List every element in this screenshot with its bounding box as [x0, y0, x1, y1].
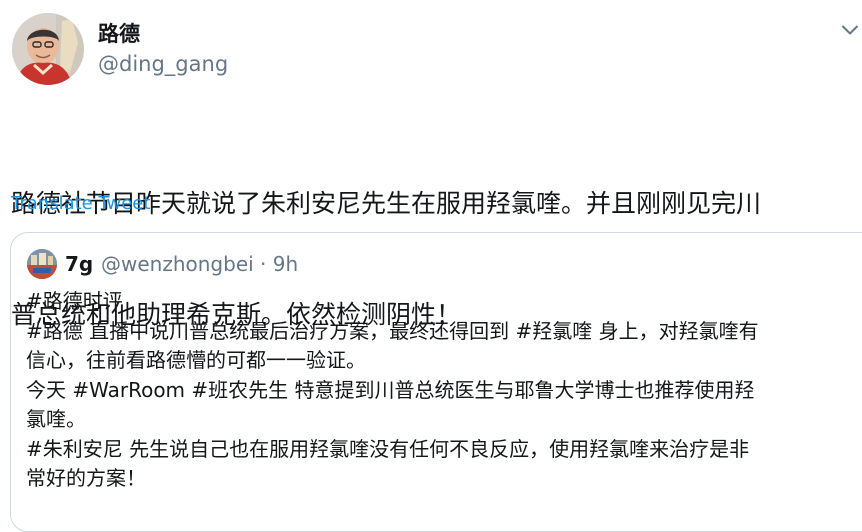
tweet-card: 路德 @ding_gang 路德社节目昨天就说了朱利安尼先生在服用羟氯喹。并且刚… [0, 0, 862, 532]
quoted-display-name[interactable]: 7g [65, 250, 93, 278]
quoted-text-line: 氯喹。 [26, 407, 86, 431]
quoted-text-line: 信心，往前看路德懵的可都一一验证。 [26, 348, 366, 372]
quoted-tweet-text: #路德时评 #路德 直播中说川普总统最后治疗方案，最终还得回到 #羟氯喹 身上，… [26, 287, 862, 494]
quoted-text-line: 今天 #WarRoom #班农先生 特意提到川普总统医生与耶鲁大学博士也推荐使用… [26, 377, 755, 402]
author-display-name[interactable]: 路德 [98, 20, 140, 48]
quoted-text-line: #朱利安尼 先生说自己也在服用羟氯喹没有任何不良反应，使用羟氯喹来治疗是非 [26, 436, 750, 461]
author-handle[interactable]: @ding_gang [98, 50, 228, 78]
chevron-down-icon[interactable] [838, 18, 862, 42]
quoted-meta: @wenzhongbei · 9h [101, 252, 299, 276]
quoted-text-line: #路德时评 [26, 289, 123, 313]
avatar-image [12, 13, 84, 85]
quoted-avatar-image [27, 249, 57, 279]
quoted-text-line: #路德 直播中说川普总统最后治疗方案，最终还得回到 #羟氯喹 身上，对羟氯喹有 [26, 318, 759, 343]
author-avatar[interactable] [12, 13, 84, 85]
quoted-tweet[interactable]: 7g @wenzhongbei · 9h #路德时评 #路德 直播中说川普总统最… [10, 232, 862, 532]
translate-tweet-link[interactable]: Translate Tweet [11, 191, 150, 217]
quoted-text-line: 常好的方案！ [26, 466, 146, 490]
quoted-author-avatar[interactable] [27, 249, 57, 279]
